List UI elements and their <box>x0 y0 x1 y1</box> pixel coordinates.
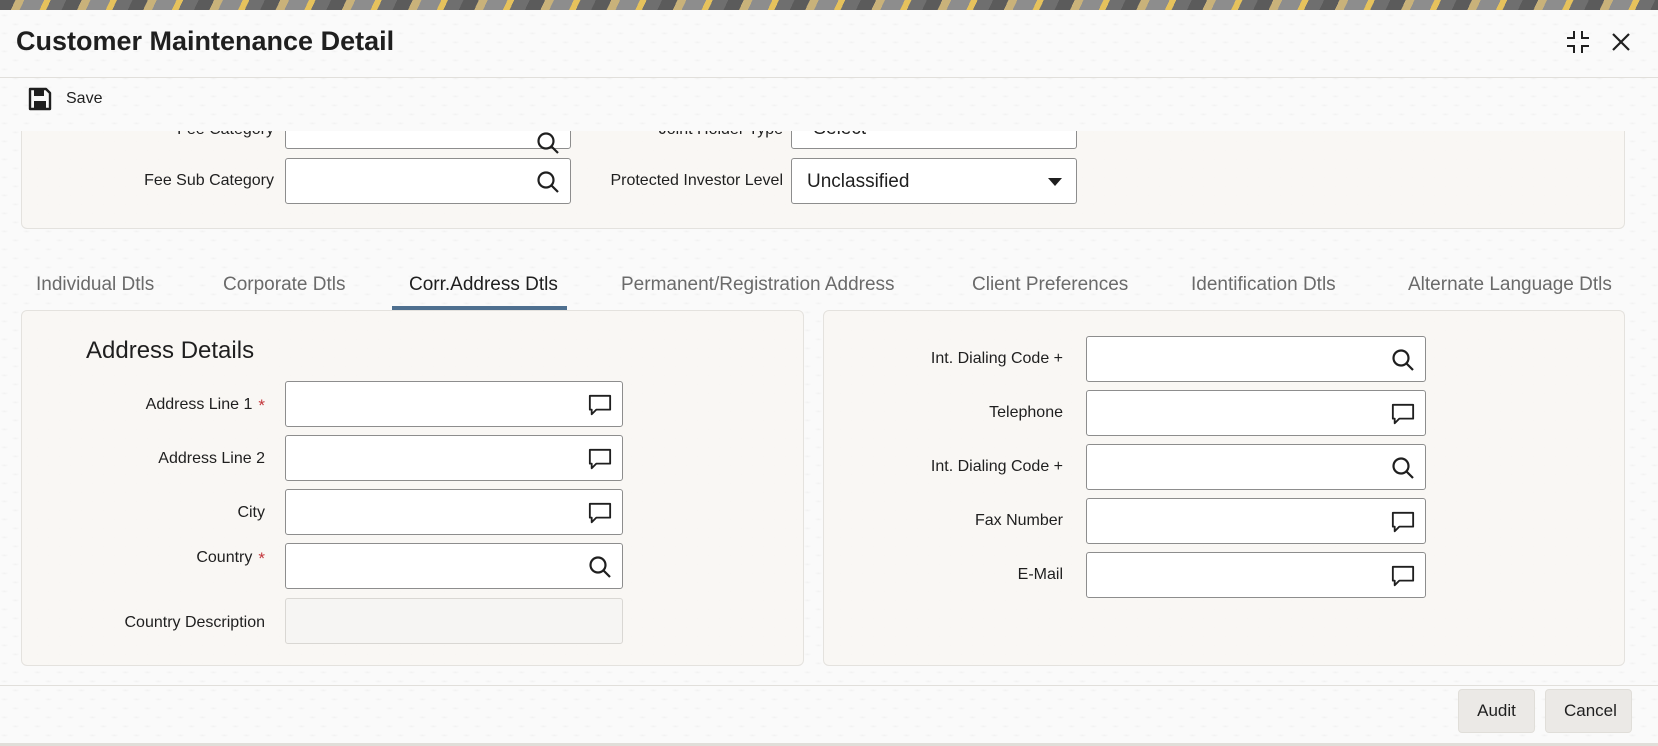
address-line-1-input[interactable] <box>285 381 623 427</box>
comment-icon[interactable] <box>588 501 612 525</box>
country-input[interactable] <box>285 543 623 589</box>
fee-category-label: Fee Category <box>177 131 274 139</box>
city-input[interactable] <box>285 489 623 535</box>
comment-icon[interactable] <box>1391 402 1415 426</box>
title-bar: Customer Maintenance Detail <box>0 10 1658 74</box>
tab-permanent-registration-address[interactable]: Permanent/Registration Address <box>621 274 895 296</box>
tab-individual-dtls[interactable]: Individual Dtls <box>36 274 154 296</box>
header-decoration <box>0 0 1658 10</box>
country-description-field <box>285 598 623 644</box>
int-dialing-code-label: Int. Dialing Code + <box>930 458 1063 475</box>
tab-identification-dtls[interactable]: Identification Dtls <box>1191 274 1336 296</box>
close-icon[interactable] <box>1607 28 1635 56</box>
protected-investor-level-label: Protected Investor Level <box>610 172 783 189</box>
tab-corporate-dtls[interactable]: Corporate Dtls <box>223 274 346 296</box>
save-button[interactable]: Save <box>28 84 102 114</box>
required-marker: * <box>258 549 265 568</box>
comment-icon[interactable] <box>588 393 612 417</box>
required-marker: * <box>258 396 265 415</box>
customer-header-panel: Fee Category Joint Holder Type -Select- … <box>21 131 1625 229</box>
tab-corr-address-dtls[interactable]: Corr.Address Dtls <box>409 274 558 296</box>
comment-icon[interactable] <box>588 447 612 471</box>
save-icon <box>28 87 52 111</box>
save-label: Save <box>66 90 103 107</box>
audit-button[interactable]: Audit <box>1458 689 1535 733</box>
minimize-icon[interactable] <box>1564 28 1592 56</box>
tab-client-preferences[interactable]: Client Preferences <box>972 274 1128 296</box>
toolbar: Save <box>0 74 1658 126</box>
fee-category-input[interactable] <box>285 131 571 154</box>
address-details-panel: Address Details Address Line 1 * Address … <box>21 310 804 666</box>
fee-sub-category-label: Fee Sub Category <box>144 172 274 189</box>
joint-holder-type-select[interactable]: -Select- <box>791 131 1077 149</box>
search-icon[interactable] <box>588 555 612 579</box>
protected-investor-level-value: Unclassified <box>807 171 910 192</box>
address-details-title: Address Details <box>86 337 255 364</box>
search-icon[interactable] <box>1391 348 1415 372</box>
email-input[interactable] <box>1086 552 1426 598</box>
joint-holder-type-label: Joint Holder Type <box>659 131 783 139</box>
comment-icon[interactable] <box>1391 564 1415 588</box>
detail-tabs: Individual Dtls Corporate Dtls Corr.Addr… <box>0 262 1658 310</box>
address-line-2-label: Address Line 2 <box>158 450 265 467</box>
email-label: E-Mail <box>1017 566 1063 583</box>
contact-details-panel: Int. Dialing Code + Telephone Int. Diali… <box>823 310 1625 666</box>
fax-number-label: Fax Number <box>974 512 1063 529</box>
search-icon[interactable] <box>1391 456 1415 480</box>
chevron-down-icon <box>1048 178 1062 186</box>
telephone-input[interactable] <box>1086 390 1426 436</box>
telephone-label: Telephone <box>989 404 1063 421</box>
telephone-dialing-code-input[interactable] <box>1086 336 1426 382</box>
address-line-2-input[interactable] <box>285 435 623 481</box>
tab-alternate-language-dtls[interactable]: Alternate Language Dtls <box>1408 274 1612 296</box>
country-description-label: Country Description <box>124 614 266 631</box>
cancel-button[interactable]: Cancel <box>1545 689 1632 733</box>
country-label: Country * <box>196 549 265 568</box>
footer: Audit Cancel <box>0 686 1658 746</box>
fee-sub-category-input[interactable] <box>285 158 571 204</box>
fax-dialing-code-input[interactable] <box>1086 444 1426 490</box>
comment-icon[interactable] <box>1391 510 1415 534</box>
int-dialing-code-label: Int. Dialing Code + <box>930 350 1063 367</box>
page-title: Customer Maintenance Detail <box>16 26 395 56</box>
search-icon[interactable] <box>536 131 560 155</box>
fax-number-input[interactable] <box>1086 498 1426 544</box>
protected-investor-level-select[interactable]: Unclassified <box>791 158 1077 204</box>
joint-holder-type-value: -Select- <box>807 131 872 140</box>
address-line-1-label: Address Line 1 * <box>145 396 265 415</box>
city-label: City <box>237 504 265 521</box>
search-icon[interactable] <box>536 170 560 194</box>
